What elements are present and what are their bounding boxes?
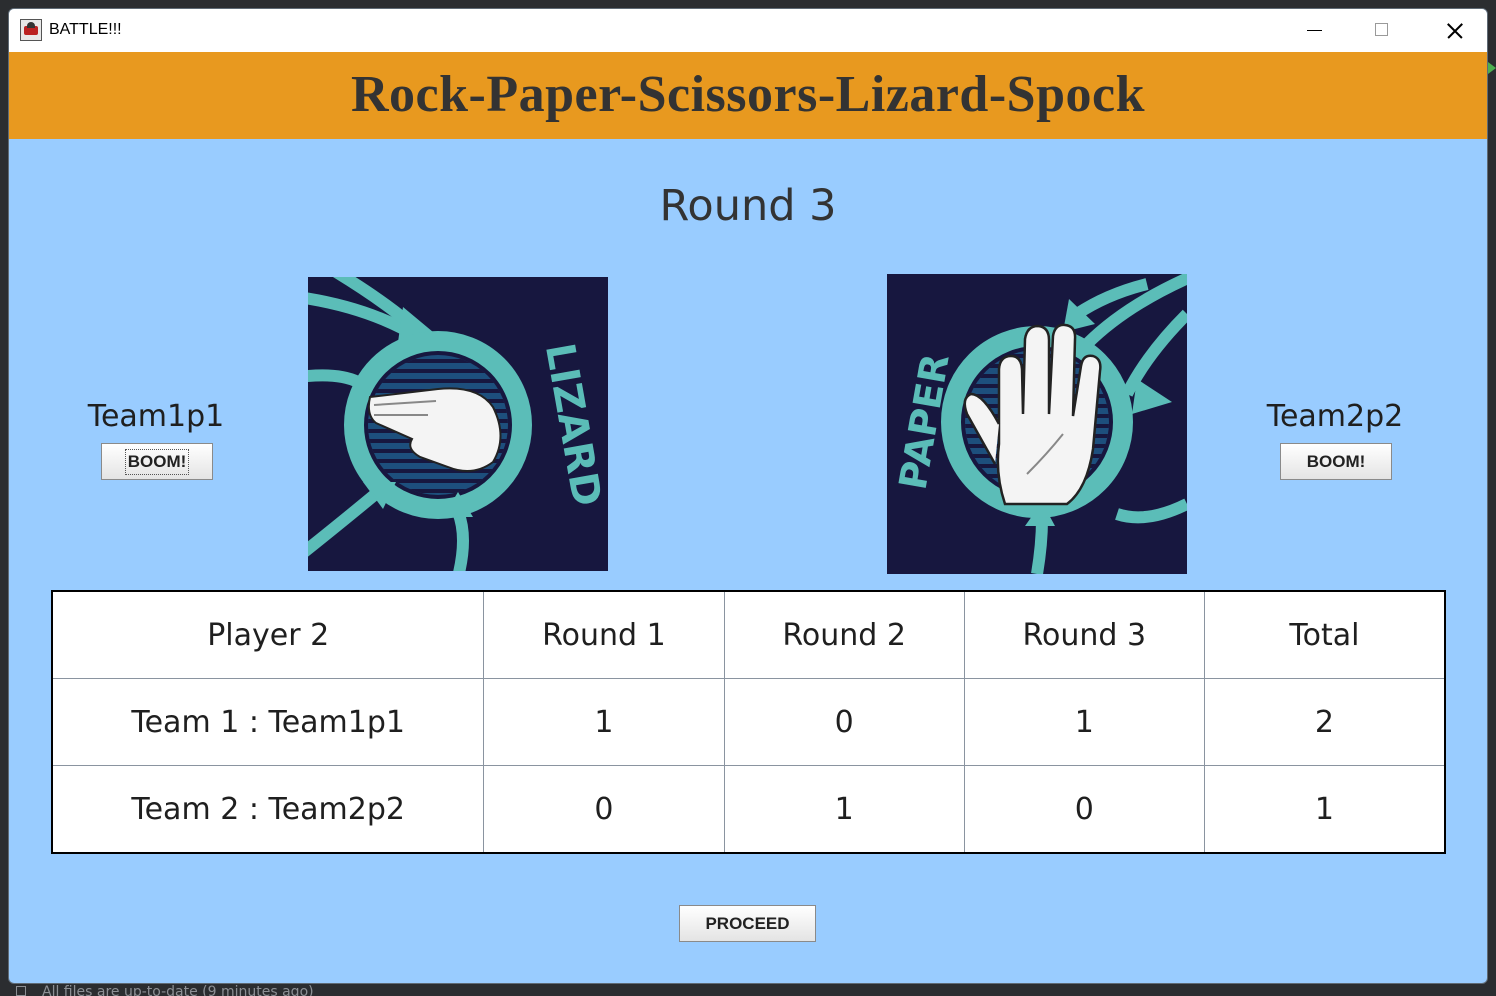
ide-run-arrow-icon bbox=[1488, 62, 1496, 74]
player1-boom-label: BOOM! bbox=[124, 448, 190, 475]
player2-boom-button[interactable]: BOOM! bbox=[1280, 443, 1392, 480]
row1-round-2: 0 bbox=[723, 678, 965, 766]
round-title: Round 3 bbox=[659, 181, 837, 231]
row2-total: 1 bbox=[1203, 765, 1446, 854]
window-titlebar[interactable]: BATTLE!!! bbox=[9, 9, 1487, 52]
battle-window: BATTLE!!! Rock-Paper-Scissors-Lizard-Spo… bbox=[8, 8, 1488, 984]
close-button[interactable] bbox=[1419, 9, 1487, 52]
header-player: Player 2 bbox=[51, 590, 485, 679]
player1-boom-button[interactable]: BOOM! bbox=[101, 443, 213, 480]
scoreboard-table: Player 2 Round 1 Round 2 Round 3 Total T… bbox=[51, 590, 1446, 854]
proceed-label: PROCEED bbox=[705, 913, 790, 933]
java-app-icon bbox=[20, 19, 42, 41]
player1-name: Team1p1 bbox=[87, 399, 225, 434]
table-row: Team 2 : Team2p2 0 1 0 1 bbox=[51, 765, 1446, 854]
ide-status-icon bbox=[16, 986, 26, 996]
row2-round-1: 0 bbox=[483, 765, 725, 854]
player2-boom-label: BOOM! bbox=[1306, 451, 1366, 471]
player2-choice-card: PAPER bbox=[887, 274, 1187, 574]
lizard-hand-icon: LIZARD bbox=[308, 277, 608, 571]
row1-round-3: 1 bbox=[963, 678, 1205, 766]
row1-round-1: 1 bbox=[483, 678, 725, 766]
header-total: Total bbox=[1203, 590, 1446, 679]
header-round-2: Round 2 bbox=[723, 590, 965, 679]
proceed-button[interactable]: PROCEED bbox=[679, 905, 816, 942]
player1-choice-card: LIZARD bbox=[308, 277, 608, 571]
row2-round-2: 1 bbox=[723, 765, 965, 854]
header-round-1: Round 1 bbox=[483, 590, 725, 679]
maximize-button[interactable] bbox=[1347, 9, 1415, 52]
window-title: BATTLE!!! bbox=[49, 21, 122, 38]
table-header-row: Player 2 Round 1 Round 2 Round 3 Total bbox=[51, 590, 1446, 679]
row2-player: Team 2 : Team2p2 bbox=[51, 765, 485, 854]
row2-round-3: 0 bbox=[963, 765, 1205, 854]
game-title: Rock-Paper-Scissors-Lizard-Spock bbox=[350, 66, 1146, 123]
row1-total: 2 bbox=[1203, 678, 1446, 766]
row1-player: Team 1 : Team1p1 bbox=[51, 678, 485, 766]
player2-name: Team2p2 bbox=[1266, 399, 1404, 434]
header-round-3: Round 3 bbox=[963, 590, 1205, 679]
paper-hand-icon: PAPER bbox=[887, 274, 1187, 574]
table-row: Team 1 : Team1p1 1 0 1 2 bbox=[51, 678, 1446, 766]
minimize-button[interactable] bbox=[1279, 9, 1347, 52]
game-banner: Rock-Paper-Scissors-Lizard-Spock bbox=[9, 52, 1487, 139]
ide-status-text: All files are up-to-date (9 minutes ago) bbox=[42, 984, 314, 996]
